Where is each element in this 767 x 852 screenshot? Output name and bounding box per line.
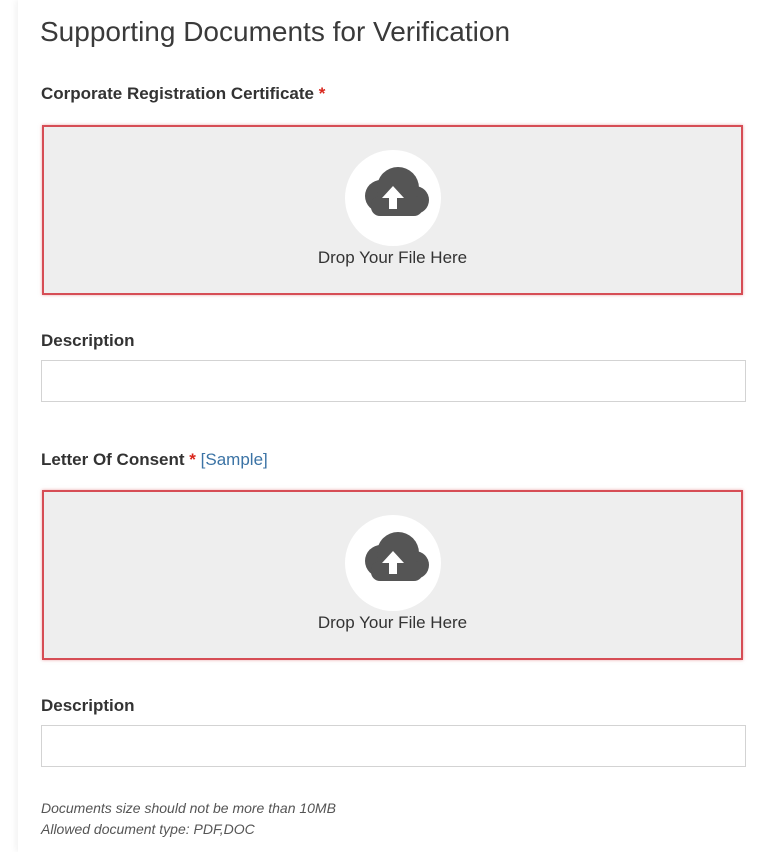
- description-label: Description: [41, 696, 135, 715]
- size-limit-note: Documents size should not be more than 1…: [41, 800, 336, 816]
- letter-of-consent-label: Letter Of Consent * [Sample]: [41, 450, 268, 470]
- required-asterisk: *: [318, 84, 326, 103]
- cloud-upload-icon: [344, 150, 441, 246]
- letter-of-consent-label-text: Letter Of Consent: [41, 450, 185, 469]
- letter-of-consent-description-input[interactable]: [41, 725, 746, 767]
- dropzone-text: Drop Your File Here: [317, 248, 468, 267]
- description-label: Description: [41, 331, 135, 350]
- sample-link[interactable]: [Sample]: [201, 450, 268, 469]
- allowed-types-note: Allowed document type: PDF,DOC: [41, 821, 255, 837]
- corporate-registration-dropzone[interactable]: Drop Your File Here: [42, 125, 743, 295]
- page-title: Supporting Documents for Verification: [40, 16, 511, 47]
- corporate-registration-description-input[interactable]: [41, 360, 746, 402]
- letter-of-consent-dropzone[interactable]: Drop Your File Here: [42, 490, 743, 660]
- corporate-registration-label: Corporate Registration Certificate *: [41, 84, 325, 104]
- cloud-upload-icon: [344, 515, 441, 611]
- dropzone-text: Drop Your File Here: [317, 613, 468, 632]
- required-asterisk: *: [189, 450, 196, 469]
- corporate-registration-label-text: Corporate Registration Certificate: [41, 84, 314, 103]
